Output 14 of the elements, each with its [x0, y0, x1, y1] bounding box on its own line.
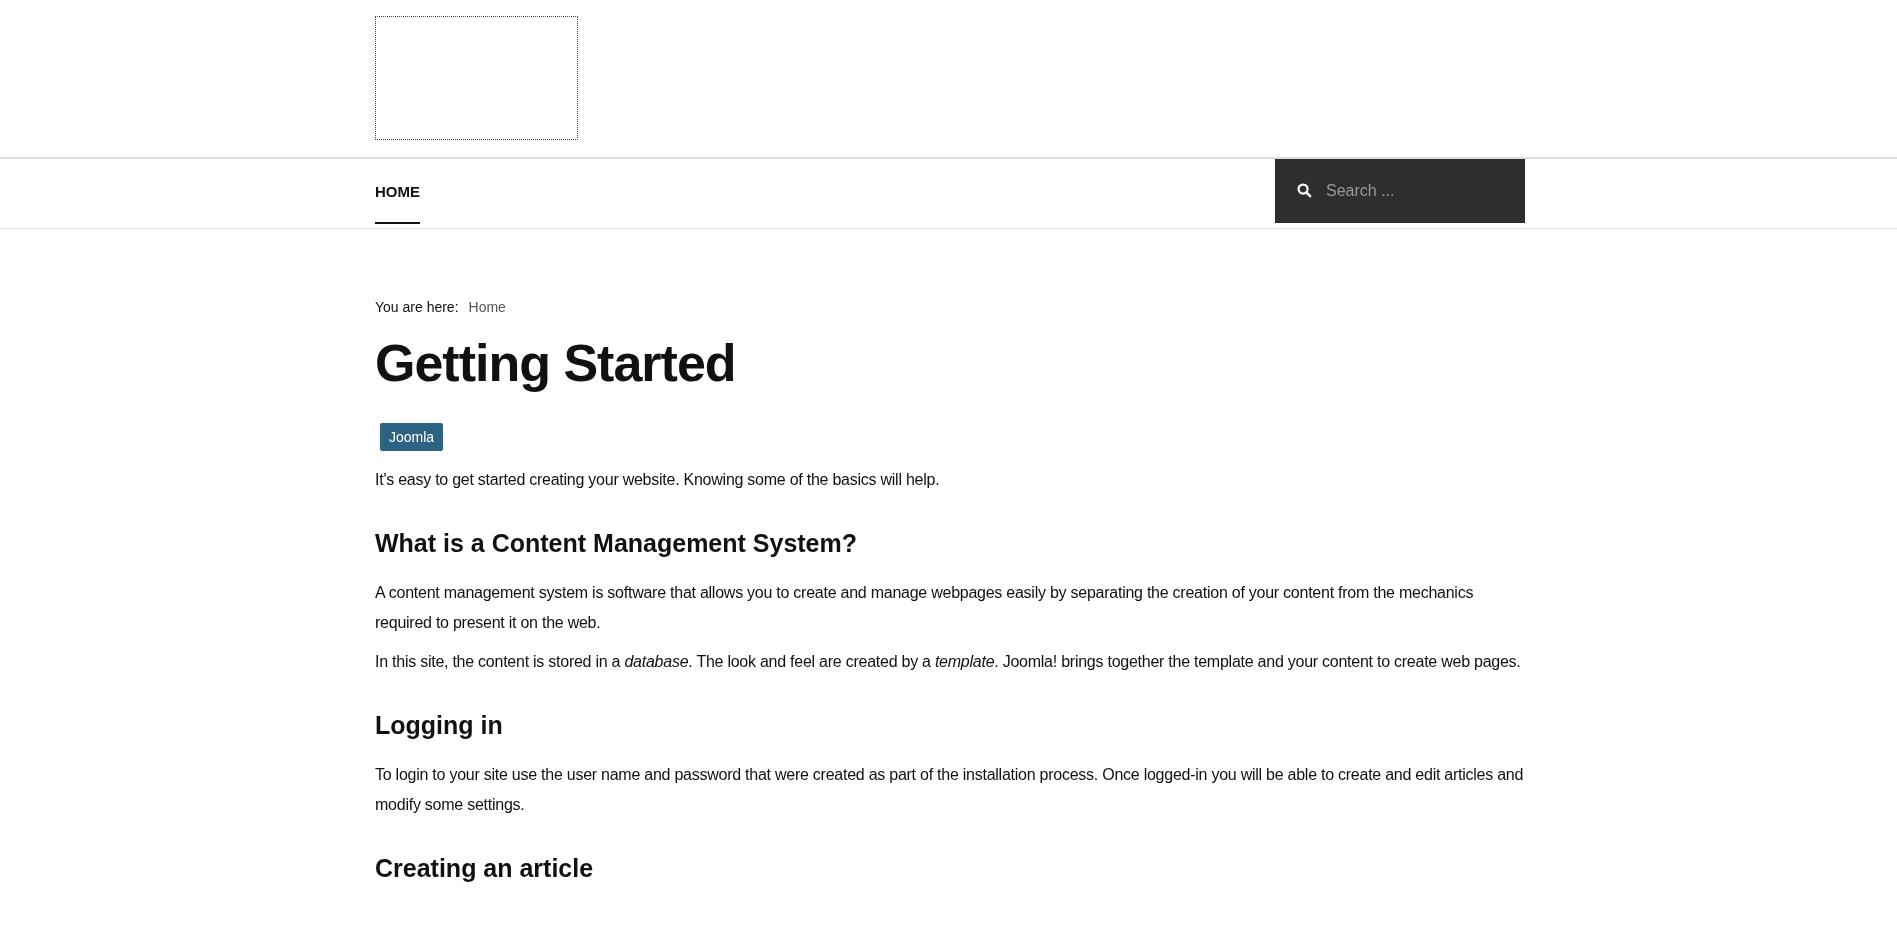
section-heading: Logging in — [375, 711, 504, 740]
paragraph: A content management system is software that allows you to create and manage webpages easily by separating the creation of your content from the mechanics required to present it on the web. — [375, 583, 1475, 633]
search-field[interactable]: Search ... — [1275, 159, 1525, 223]
paragraph: In this site, the content is stored in a database. The look and feel are created by a template. Joomla! brings together the template and your content to create web pages. — [375, 652, 1522, 672]
section-heading: What is a Content Management System? — [375, 529, 859, 558]
paragraph: To login to your site use the user name and password that were created as part of the installation process. Once logged-in you will be able to create and edit articles and modify some settings. — [375, 765, 1525, 815]
breadcrumb-item: Home — [468, 299, 506, 315]
breadcrumb-label: You are here: — [375, 299, 459, 315]
article-title: Getting Started — [375, 333, 737, 393]
section-heading: Creating an article — [375, 854, 595, 883]
tag-link[interactable]: Joomla — [380, 423, 444, 451]
nav-link[interactable]: HOME — [375, 159, 420, 224]
logo-placeholder[interactable] — [375, 16, 578, 140]
intro-paragraph: It's easy to get started creating your website. Knowing some of the basics will help. — [375, 470, 941, 490]
